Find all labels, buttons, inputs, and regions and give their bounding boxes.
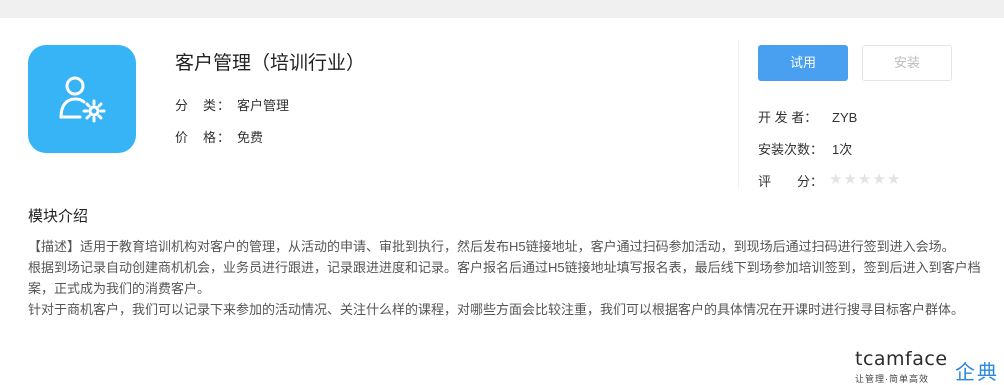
app-icon (28, 45, 136, 153)
rating-label: 评 分： (758, 174, 824, 189)
rating-row: 评 分： (758, 171, 832, 190)
star-icon: ★ (843, 171, 858, 188)
installs-value: 1次 (832, 142, 853, 157)
star-icon: ★ (829, 171, 844, 188)
trial-button[interactable]: 试用 (758, 45, 848, 81)
star-icon: ★ (872, 171, 887, 188)
category-label: 分 类： (175, 98, 232, 113)
watermark-cn: 企典 (955, 362, 999, 384)
category-value: 客户管理 (237, 98, 290, 113)
watermark-logo: tcamface 企典 让管理·简单高效 (855, 348, 1004, 385)
installs-row: 安装次数： 1次 (758, 139, 852, 158)
watermark-latin: tcamface (855, 348, 948, 370)
installs-label: 安装次数： (758, 142, 824, 157)
watermark-slogan: 让管理·简单高效 (855, 374, 929, 384)
description-paragraph: 【描述】适用于教育培训机构对客户的管理，从活动的申请、审批到执行，然后发布H5链… (28, 239, 955, 254)
description-paragraph: 针对于商机客户，我们可以记录下来参加的活动情况、关注什么样的课程，对哪些方面会比… (28, 302, 965, 317)
star-icon: ★ (857, 171, 873, 188)
developer-row: 开 发 者： ZYB (758, 107, 857, 126)
install-button[interactable]: 安装 (862, 45, 952, 81)
app-title: 客户管理（培训行业） (175, 53, 366, 74)
developer-value: ZYB (832, 110, 858, 125)
developer-label: 开 发 者： (758, 110, 818, 125)
category-row: 分 类： 客户管理 (175, 95, 289, 114)
module-description: 【描述】适用于教育培训机构对客户的管理，从活动的申请、审批到执行，然后发布H5链… (28, 236, 983, 320)
description-paragraph: 根据到场记录自动创建商机机会，业务员进行跟进，记录跟进进度和记录。客户报名后通过… (28, 260, 981, 296)
rating-stars: ★★★★★ (829, 170, 901, 188)
star-icon: ★ (886, 171, 902, 188)
user-gear-icon (59, 76, 106, 123)
price-row: 价 格： 免费 (175, 127, 263, 146)
price-label: 价 格： (175, 130, 232, 145)
divider (738, 40, 739, 190)
price-value: 免费 (237, 130, 264, 145)
module-intro-title: 模块介绍 (28, 208, 89, 225)
top-band (0, 0, 1004, 18)
